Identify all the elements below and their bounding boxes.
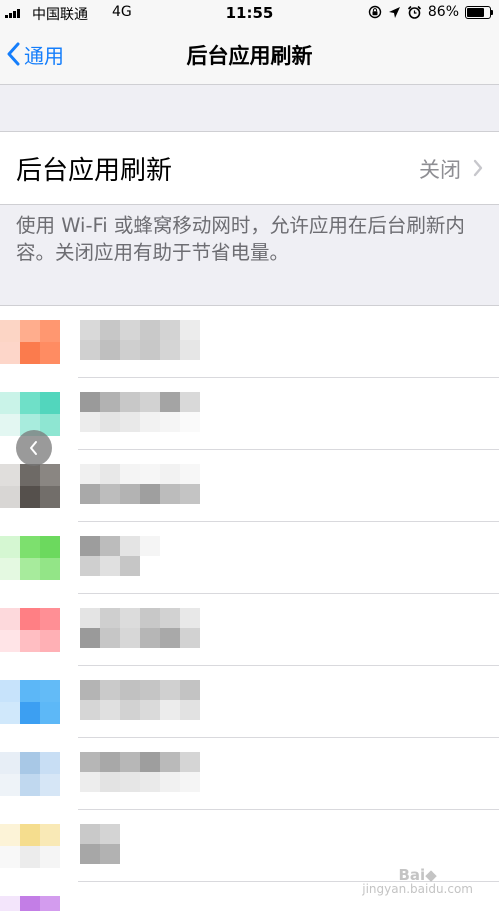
- app-list: [0, 305, 499, 911]
- section-footer: 使用 Wi-Fi 或蜂窝移动网时，允许应用在后台刷新内容。关闭应用有助于节省电量…: [16, 214, 465, 264]
- app-icon: [0, 608, 60, 652]
- setting-label: 后台应用刷新: [16, 156, 173, 186]
- app-name-pixelated: [80, 896, 200, 911]
- battery-percentage: 86%: [427, 4, 459, 20]
- navigation-bar: 通用 后台应用刷新: [0, 26, 499, 85]
- app-row: [0, 378, 499, 450]
- setting-value: 关闭: [419, 158, 461, 182]
- app-name-pixelated: [80, 464, 200, 504]
- app-icon: [0, 680, 60, 724]
- app-name-pixelated: [80, 752, 200, 792]
- watermark-logo: Bai◆ jingyan.baidu.com: [362, 866, 473, 897]
- app-name-pixelated: [80, 608, 200, 648]
- app-row: [0, 522, 499, 594]
- chevron-left-icon: [30, 441, 37, 455]
- location-arrow-icon: [388, 6, 400, 18]
- app-row: [0, 594, 499, 666]
- app-icon: [0, 896, 60, 911]
- app-name-pixelated: [80, 680, 200, 720]
- alarm-clock-icon: [407, 5, 421, 19]
- app-icon: [0, 320, 60, 364]
- app-icon: [0, 824, 60, 868]
- chevron-right-icon: [473, 159, 483, 177]
- app-row: [0, 306, 499, 378]
- app-name-pixelated: [80, 824, 200, 864]
- app-row: [0, 450, 499, 522]
- orientation-lock-icon: [368, 5, 382, 19]
- background-refresh-row[interactable]: 后台应用刷新 关闭: [0, 131, 499, 205]
- app-icon: [0, 464, 60, 508]
- app-name-pixelated: [80, 536, 200, 576]
- app-row: [0, 738, 499, 810]
- app-icon: [0, 536, 60, 580]
- page-title: 后台应用刷新: [186, 44, 313, 68]
- status-bar: 中国联通 4G 11:55 86%: [0, 0, 499, 26]
- app-name-pixelated: [80, 320, 200, 360]
- floating-back-button[interactable]: [16, 430, 52, 466]
- app-name-pixelated: [80, 392, 200, 432]
- app-icon: [0, 752, 60, 796]
- battery-icon: [465, 5, 493, 19]
- app-row: [0, 666, 499, 738]
